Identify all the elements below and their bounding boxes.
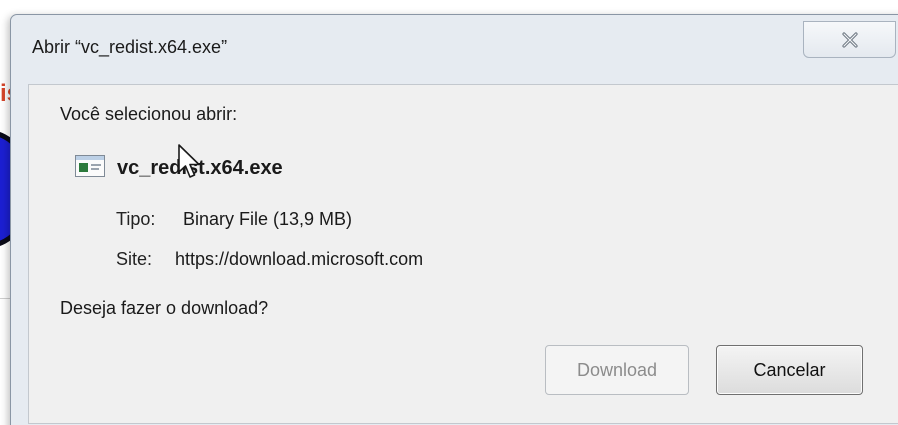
close-x-icon <box>841 31 858 48</box>
mouse-pointer-icon <box>178 144 200 178</box>
download-question: Deseja fazer o download? <box>60 298 269 318</box>
cancel-button[interactable]: Cancelar <box>716 345 863 395</box>
site-value: https://download.microsoft.com <box>175 249 424 269</box>
type-label: Tipo: <box>116 209 156 229</box>
screen: is Abrir “vc_redist.x64.exe” Você seleci… <box>0 0 898 425</box>
dialog-title: Abrir “vc_redist.x64.exe” <box>32 37 228 57</box>
close-button[interactable] <box>803 21 896 58</box>
open-file-dialog: Abrir “vc_redist.x64.exe” Você seleciono… <box>10 14 898 425</box>
selected-to-open-label: Você selecionou abrir: <box>60 104 238 124</box>
background-divider <box>0 298 10 299</box>
type-value: Binary File (13,9 MB) <box>183 209 353 229</box>
dialog-content-panel: Você selecionou abrir: vc_redist.x64.exe… <box>28 84 898 424</box>
download-button[interactable]: Download <box>545 345 689 395</box>
executable-file-icon <box>75 155 105 177</box>
site-label: Site: <box>116 249 153 269</box>
